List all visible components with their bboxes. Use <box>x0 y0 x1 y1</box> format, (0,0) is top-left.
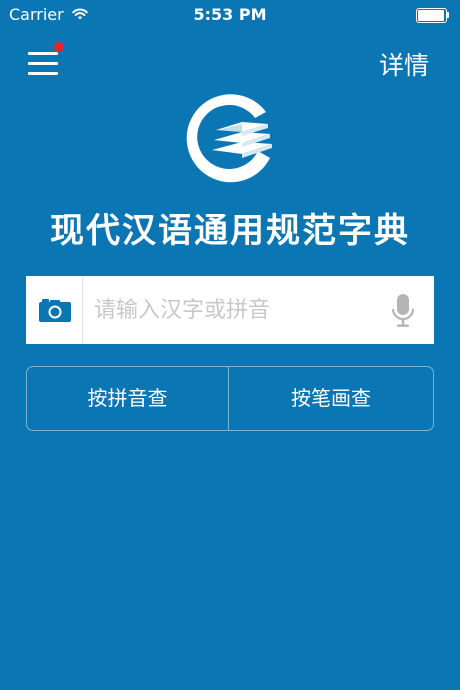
status-time: 5:53 PM <box>193 5 267 24</box>
camera-button[interactable] <box>26 276 82 344</box>
book-logo-icon <box>186 94 272 183</box>
search-input[interactable] <box>94 276 384 344</box>
details-button[interactable]: 详情 <box>379 46 429 82</box>
status-bar: Carrier 5:53 PM <box>0 0 460 32</box>
pinyin-lookup-button[interactable]: 按拼音查 <box>27 367 228 430</box>
lookup-button-group: 按拼音查 按笔画查 <box>26 366 434 431</box>
notification-badge <box>54 42 64 52</box>
app-title: 现代汉语通用规范字典 <box>50 211 410 251</box>
hamburger-icon <box>28 52 58 55</box>
microphone-icon[interactable] <box>390 294 416 328</box>
stroke-lookup-button[interactable]: 按笔画查 <box>229 367 433 430</box>
hamburger-icon-bar <box>28 62 58 65</box>
battery-icon <box>416 8 450 23</box>
search-divider <box>82 276 83 344</box>
hamburger-icon-bar <box>28 72 58 75</box>
search-bar <box>26 276 434 344</box>
camera-icon <box>39 299 71 322</box>
